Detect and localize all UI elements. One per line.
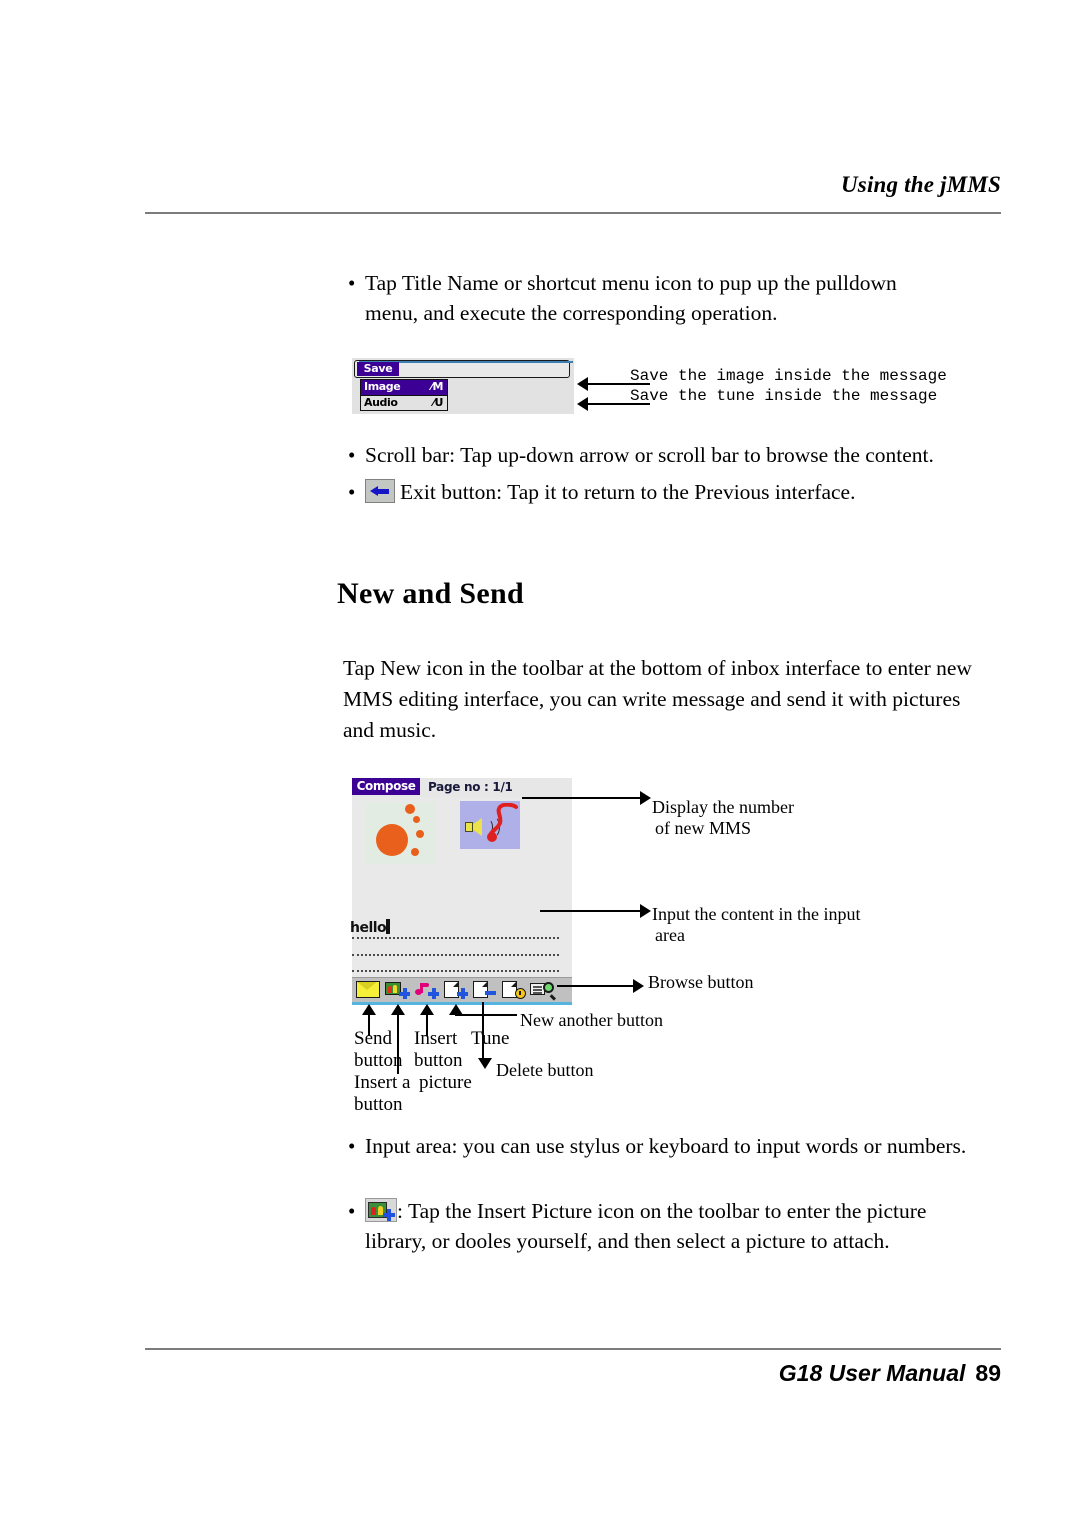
header-title: Using the jMMS [840,172,1001,197]
annotation-input-area-line1: Input the content in the input [652,904,861,924]
input-guide-line-3 [352,970,559,972]
new-page-icon[interactable] [443,981,468,999]
picture-blob-large [376,824,408,856]
page-clock-icon[interactable] [501,981,526,999]
speaker-body [465,822,473,832]
leader-line-image [588,383,630,385]
leader-arrowhead-input-area [640,904,651,918]
bullet-text-exit-button: Exit button: Tap it to return to the Pre… [365,477,855,507]
bullet-marker: • [348,443,356,467]
figure-compose-screen: Compose Page no : 1/1 hello Display the … [350,778,1052,1118]
picture-blob-b [413,816,420,823]
leader-arrowhead-delete [478,1058,492,1069]
header-divider [145,212,1001,214]
bullet-item-input-area: • Input area: you can use stylus or keyb… [348,1131,968,1161]
page-title: New and Send [337,577,524,610]
menu-item-audio[interactable]: Audio ⁄U [360,395,448,411]
picture-blob-c [416,830,424,838]
footer-text: G18 User Manual 89 [779,1360,1001,1387]
leader-arrowhead-audio [577,397,588,411]
annotation-mms-count-line2: of new MMS [655,818,752,838]
footer-manual-title: G18 User Manual [778,1360,966,1386]
bullet-text-insert-picture: : Tap the Insert Picture icon on the too… [365,1196,988,1256]
leader-line-browse [557,985,635,987]
page-number-indicator: Page no : 1/1 [428,780,513,794]
device-screenshot: Compose Page no : 1/1 hello [350,778,572,1005]
delete-page-icon[interactable] [472,981,497,999]
save-title-bar[interactable]: Save [354,360,573,378]
bullet-marker: • [348,1199,356,1223]
browse-icon[interactable] [530,981,557,1000]
annotation-mms-count-line1: Display the number [652,797,794,817]
menu-item-audio-shortcut: ⁄U [433,396,443,409]
leader-arrowhead-mms-count [640,791,651,805]
bullet-item-insert-picture: • : Tap the Insert Picture icon on the t… [348,1196,988,1256]
exit-back-arrow-icon[interactable] [365,479,395,503]
leader-arrowhead-image [577,377,588,391]
save-menu-widget: Save Image ⁄M Audio ⁄U [352,358,574,414]
bullet-text-input-area: Input area: you can use stylus or keyboa… [365,1134,967,1158]
device-title-bar: Compose Page no : 1/1 [352,778,572,799]
figure-save-pulldown: Save Image ⁄M Audio ⁄U Save the image in… [352,358,947,420]
insert-tune-icon[interactable] [414,981,439,999]
input-guide-line-2 [352,954,559,956]
device-toolbar [352,977,572,1005]
text-caret [386,919,391,934]
bullet-item-exit-button: • Exit button: Tap it to return to the P… [348,477,1008,507]
caption-insert-line2: button [414,1050,463,1071]
bullet-item-pulldown: • Tap Title Name or shortcut menu icon t… [348,268,948,328]
caption-send-line1: Send [354,1028,392,1049]
caption-send-line2: button [354,1050,403,1071]
bullet-item-scrollbar: • Scroll bar: Tap up-down arrow or scrol… [348,440,1008,470]
input-text-string: hello [350,920,387,936]
save-menu-title[interactable]: Save [357,362,399,376]
annotation-delete-button: Delete button [496,1060,594,1080]
annotation-new-another-button: New another button [520,1010,663,1030]
bullet-marker: • [348,480,356,504]
caption-tune: Tune [471,1028,510,1049]
page-footer: G18 User Manual 89 [145,1348,1001,1408]
compose-title[interactable]: Compose [352,778,420,795]
annotation-save-tune: Save the tune inside the message [630,387,938,405]
send-envelope-icon[interactable] [356,981,381,999]
menu-item-audio-label: Audio [364,396,398,409]
annotation-browse-button: Browse button [648,972,754,992]
leader-line-mms-count [522,797,642,799]
leader-arrowhead-browse [633,979,644,993]
text-input-area[interactable]: hello [350,916,572,973]
menu-item-image-label: Image [364,380,401,393]
caption-insert-a-line1: Insert a [354,1072,411,1093]
input-text-value: hello [350,919,391,936]
bullet-marker: • [348,1134,356,1158]
page-header: Using the jMMS [145,172,1001,220]
caption-picture: picture [419,1072,472,1093]
footer-divider [145,1348,1001,1350]
picture-blob-d [411,848,419,856]
intro-paragraph: Tap New icon in the toolbar at the botto… [343,656,972,742]
bullet-text-pulldown: Tap Title Name or shortcut menu icon to … [365,271,897,325]
input-guide-line-1 [352,937,559,939]
music-note-icon [487,803,518,842]
slide-audio-thumbnail[interactable] [460,801,520,849]
slide-picture-thumbnail[interactable] [366,802,436,864]
annotation-save-image: Save the image inside the message [630,367,947,385]
annotation-input-area-line2: area [655,925,685,945]
slide-canvas[interactable]: hello [350,797,572,977]
bullet-text-insert-picture-label: : Tap the Insert Picture icon on the too… [365,1199,927,1253]
bullet-text-scrollbar: Scroll bar: Tap up-down arrow or scroll … [365,443,934,467]
menu-item-image[interactable]: Image ⁄M [360,379,448,395]
menu-item-image-shortcut: ⁄M [431,380,443,393]
caption-insert-a-line2: button [354,1094,403,1115]
leader-line-input-area [540,910,642,912]
insert-picture-icon[interactable] [365,1198,397,1222]
caption-insert-line1: Insert [414,1028,458,1049]
leader-line-new-another-h [455,1014,517,1016]
bullet-marker: • [348,271,356,295]
bullet-text-exit-button-label: Exit button: Tap it to return to the Pre… [400,480,856,504]
picture-blob-a [405,804,415,814]
insert-picture-icon[interactable] [385,981,410,999]
footer-page-number: 89 [975,1360,1001,1386]
